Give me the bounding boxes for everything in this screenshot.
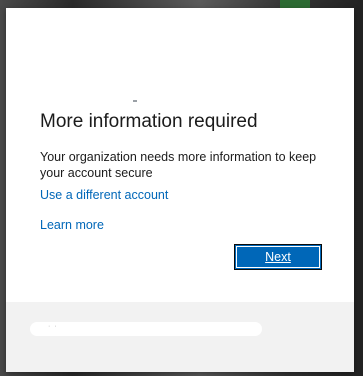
redacted-username-mark bbox=[133, 100, 137, 102]
next-button[interactable]: Next bbox=[234, 244, 322, 270]
footer-redacted-label: · · bbox=[48, 323, 58, 330]
redacted-footer-text: · · bbox=[30, 322, 262, 336]
learn-more-link[interactable]: Learn more bbox=[40, 218, 104, 232]
page-title: More information required bbox=[40, 111, 258, 132]
dialog-footer: · · bbox=[6, 302, 354, 372]
description-text: Your organization needs more information… bbox=[40, 150, 317, 180]
sign-in-dialog: More information required Your organizat… bbox=[6, 8, 354, 372]
use-different-account-link[interactable]: Use a different account bbox=[40, 188, 168, 202]
